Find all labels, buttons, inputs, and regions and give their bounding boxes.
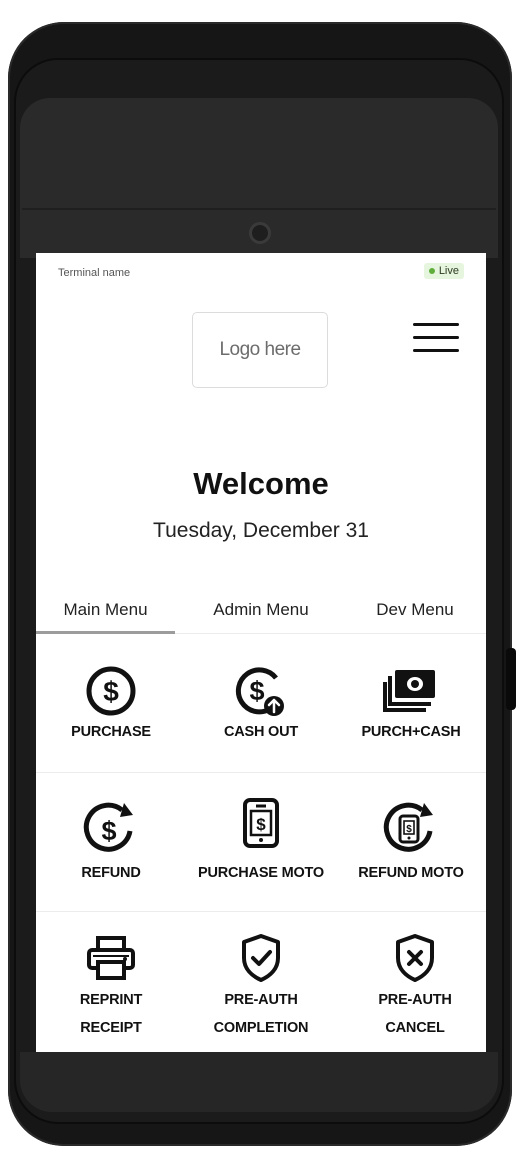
status-label: Live: [438, 265, 459, 277]
tab-admin-menu[interactable]: Admin Menu: [186, 588, 336, 633]
svg-text:$: $: [101, 816, 116, 846]
cash-out-button[interactable]: $ CASH OUT: [186, 634, 336, 772]
shield-check-icon: [242, 934, 280, 982]
side-button[interactable]: [506, 648, 516, 710]
preauth-cancel-button[interactable]: PRE-AUTH CANCEL: [340, 912, 486, 1050]
tab-dev-menu[interactable]: Dev Menu: [340, 588, 486, 633]
status-badge: Live: [423, 263, 464, 279]
refund-label: REFUND: [81, 865, 141, 881]
device-bottom-bezel: [20, 1052, 498, 1112]
printer-icon: [87, 936, 135, 980]
preauth-completion-line2: COMPLETION: [213, 1020, 309, 1036]
refund-moto-label: REFUND MOTO: [358, 865, 464, 881]
welcome-title: Welcome: [193, 466, 329, 501]
svg-text:$: $: [256, 815, 266, 834]
tab-main-menu[interactable]: Main Menu: [36, 588, 175, 634]
main-menu-grid: $ PURCHASE $ CASH OUT PURCH+CASH $ REFUN…: [36, 634, 486, 1048]
preauth-completion-line1: PRE-AUTH: [224, 992, 298, 1008]
current-date: Tuesday, December 31: [153, 519, 369, 542]
dollar-circle-icon: $: [86, 666, 136, 716]
menu-tabs: Main Menu Admin Menu Dev Menu: [36, 588, 486, 634]
shield-x-icon: [396, 934, 434, 982]
purchase-moto-label: PURCHASE MOTO: [197, 865, 325, 881]
preauth-completion-button[interactable]: PRE-AUTH COMPLETION: [186, 912, 336, 1050]
menu-row: $ REFUND $ PURCHASE MOTO $ REFUND MOTO: [36, 773, 486, 912]
purch-cash-label: PURCH+CASH: [361, 724, 461, 740]
refund-moto-button[interactable]: $ REFUND MOTO: [336, 773, 486, 911]
dollar-cash-out-icon: $: [235, 667, 284, 716]
purchase-label: PURCHASE: [71, 724, 151, 740]
phone-dollar-icon: $: [243, 798, 279, 848]
svg-text:$: $: [406, 824, 412, 835]
menu-row: REPRINT RECEIPT PRE-AUTH COMPLETION PRE-…: [36, 912, 486, 1048]
purchase-moto-button[interactable]: $ PURCHASE MOTO: [186, 773, 336, 911]
hamburger-menu-icon[interactable]: [413, 323, 459, 355]
reprint-label-line2: RECEIPT: [80, 1020, 142, 1036]
terminal-screen: Terminal name Live Logo here Welcome Tue…: [36, 253, 486, 1052]
reprint-label-line1: REPRINT: [79, 992, 143, 1008]
menu-row: $ PURCHASE $ CASH OUT PURCH+CASH: [36, 634, 486, 773]
reprint-receipt-button[interactable]: REPRINT RECEIPT: [36, 912, 186, 1050]
phone-refund-icon: $: [383, 802, 433, 852]
status-dot-icon: [428, 268, 435, 274]
refund-button[interactable]: $ REFUND: [36, 773, 186, 911]
logo-text: Logo here: [219, 339, 301, 360]
terminal-name: Terminal name: [58, 267, 131, 279]
purchase-button[interactable]: $ PURCHASE: [36, 634, 186, 772]
dollar-refund-icon: $: [83, 802, 133, 852]
bezel-divider: [22, 208, 496, 210]
logo-placeholder: Logo here: [192, 312, 328, 388]
svg-text:$: $: [103, 676, 119, 707]
preauth-cancel-line1: PRE-AUTH: [378, 992, 452, 1008]
svg-text:$: $: [249, 676, 264, 706]
purch-cash-button[interactable]: PURCH+CASH: [336, 634, 486, 772]
cash-out-label: CASH OUT: [223, 724, 299, 740]
cash-stack-icon: [383, 670, 435, 712]
preauth-cancel-line2: CANCEL: [385, 1020, 445, 1036]
camera-lens: [249, 222, 271, 244]
